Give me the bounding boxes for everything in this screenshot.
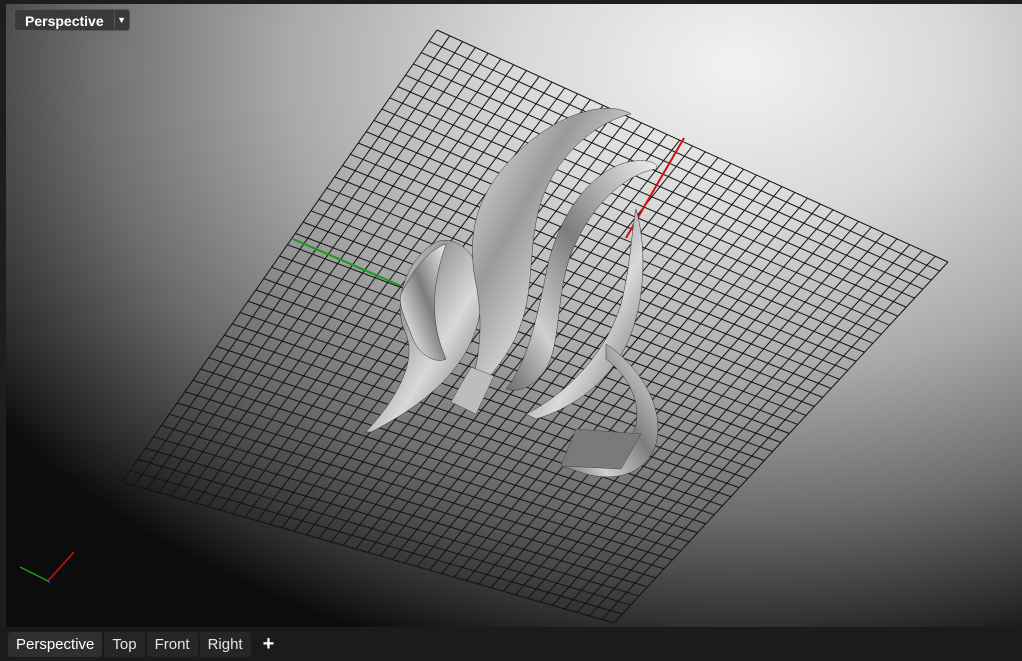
grid-line	[145, 447, 640, 597]
add-viewport-tab-button[interactable]: +	[253, 633, 285, 656]
axis-gizmo	[19, 551, 75, 584]
scene-canvas	[19, 29, 949, 624]
grid-line	[552, 232, 885, 606]
triangle-down-icon[interactable]: ▼	[113, 9, 130, 31]
y-axis-line	[292, 238, 402, 287]
tab-perspective[interactable]: Perspective	[8, 631, 103, 657]
grid-line	[121, 481, 615, 624]
viewport-tab-bar: Perspective Top Front Right +	[0, 627, 1022, 661]
perspective-viewport[interactable]: Perspective ▼	[6, 4, 1022, 627]
tab-front[interactable]: Front	[146, 631, 198, 657]
viewport-title-tab[interactable]: Perspective ▼	[14, 9, 130, 31]
rhino-viewport-window: Perspective ▼ Perspective Top Front Righ…	[0, 0, 1022, 661]
tab-top[interactable]: Top	[104, 631, 145, 657]
tab-right[interactable]: Right	[199, 631, 251, 657]
grid-line	[564, 238, 898, 610]
viewport-title[interactable]: Perspective	[14, 9, 114, 31]
